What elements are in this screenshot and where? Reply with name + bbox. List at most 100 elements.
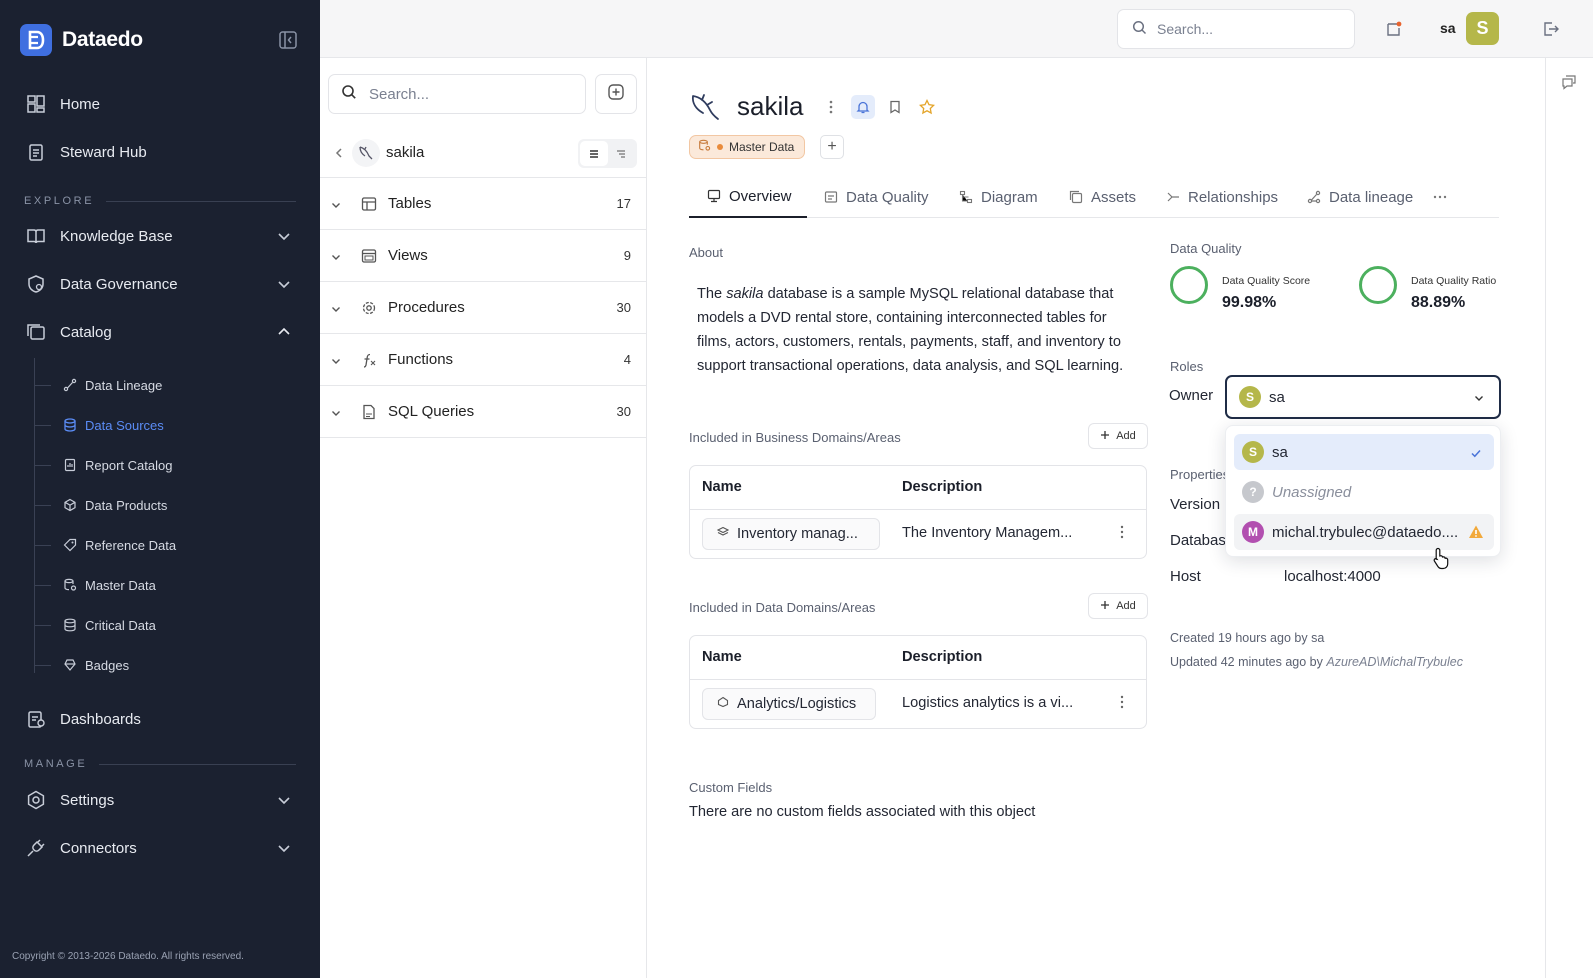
tree-row-count: 30	[616, 404, 631, 419]
tree-view-icon[interactable]	[608, 141, 636, 166]
nav-knowledge-base[interactable]: Knowledge Base	[0, 214, 320, 258]
chevron-down-icon[interactable]	[330, 354, 342, 366]
tab-relationships[interactable]: Relationships	[1166, 176, 1278, 218]
bookmark-icon[interactable]	[883, 95, 907, 119]
tab-overview[interactable]: Overview	[689, 176, 807, 218]
owner-option-michal[interactable]: M michal.trybulec@dataedo....	[1234, 514, 1494, 550]
global-search-input[interactable]	[1157, 21, 1337, 37]
chevron-down-icon	[276, 792, 292, 808]
chevron-down-icon[interactable]	[330, 250, 342, 262]
mysql-dolphin-icon	[352, 138, 380, 167]
add-label: Add	[1116, 600, 1136, 612]
catalog-subnav: Data Lineage Data Sources Report Catalog…	[34, 358, 314, 673]
nav-dashboards[interactable]: Dashboards	[0, 697, 320, 741]
nav-connectors[interactable]: Connectors	[0, 826, 320, 870]
add-business-domain-button[interactable]: Add	[1088, 423, 1148, 449]
function-icon	[360, 351, 378, 369]
row-description: Logistics analytics is a vi...	[902, 695, 1074, 711]
nav-home-label: Home	[60, 95, 101, 113]
row-more-icon[interactable]	[1120, 695, 1134, 713]
prop-host-value: localhost:4000	[1284, 568, 1381, 585]
bell-icon[interactable]	[851, 95, 875, 119]
data-domains-table: Name Description Analytics/Logistics Log…	[689, 635, 1147, 729]
subnav-label: Data Lineage	[85, 377, 163, 393]
master-data-icon	[698, 139, 711, 155]
tree-row-procedures[interactable]: Procedures 30	[320, 282, 647, 334]
object-title: sakila	[737, 91, 804, 121]
tree-view-toggle[interactable]	[578, 139, 637, 168]
updated-meta-text: Updated 42 minutes ago by	[1170, 655, 1327, 669]
owner-option-sa[interactable]: S sa	[1234, 434, 1494, 470]
add-data-domain-button[interactable]: Add	[1088, 593, 1148, 619]
check-icon	[1470, 446, 1482, 458]
updated-by-user[interactable]: AzureAD\MichalTrybulec	[1326, 655, 1463, 669]
tree-row-label: Procedures	[388, 299, 465, 316]
tab-assets[interactable]: Assets	[1069, 176, 1136, 218]
dataedo-logo-icon	[20, 24, 52, 56]
more-tabs-icon[interactable]	[1433, 176, 1447, 218]
current-user-name[interactable]: sa	[1440, 20, 1456, 36]
data-quality-label: Data Quality	[1170, 241, 1242, 256]
subnav-report-catalog[interactable]: Report Catalog	[35, 449, 305, 481]
logout-icon[interactable]	[1542, 20, 1560, 38]
business-domain-chip[interactable]: Inventory manag...	[702, 518, 880, 550]
notifications-icon[interactable]	[1385, 20, 1403, 38]
add-tag-button[interactable]: +	[820, 135, 844, 159]
tree-add-button[interactable]	[595, 74, 637, 114]
subnav-label: Master Data	[85, 577, 156, 593]
tab-diagram[interactable]: Diagram	[959, 176, 1038, 218]
quality-ratio-ring	[1359, 266, 1397, 304]
updated-meta: Updated 42 minutes ago by AzureAD\Michal…	[1170, 655, 1463, 669]
chevron-down-icon	[1473, 391, 1485, 403]
chevron-left-icon[interactable]	[332, 146, 346, 160]
tree-search[interactable]	[328, 74, 586, 114]
subnav-critical-data[interactable]: Critical Data	[35, 609, 305, 641]
master-data-tag[interactable]: Master Data	[689, 135, 806, 159]
subnav-data-sources[interactable]: Data Sources	[35, 409, 305, 441]
comments-icon[interactable]	[1561, 74, 1577, 90]
star-icon[interactable]	[915, 95, 939, 119]
chevron-down-icon[interactable]	[330, 198, 342, 210]
nav-settings[interactable]: Settings	[0, 778, 320, 822]
tree-row-tables[interactable]: Tables 17	[320, 178, 647, 230]
tree-row-functions[interactable]: Functions 4	[320, 334, 647, 386]
quality-score-ring	[1170, 266, 1208, 304]
tree-search-input[interactable]	[369, 85, 569, 103]
nav-data-governance[interactable]: Data Governance	[0, 262, 320, 306]
tree-row-label: Tables	[388, 195, 432, 212]
nav-steward-hub[interactable]: Steward Hub	[0, 130, 320, 174]
owner-value: sa	[1269, 388, 1285, 406]
tree-row-sql-queries[interactable]: SQL Queries 30	[320, 386, 647, 438]
mysql-dolphin-icon	[689, 91, 723, 125]
tree-row-views[interactable]: Views 9	[320, 230, 647, 282]
nav-home[interactable]: Home	[0, 82, 320, 126]
nav-catalog[interactable]: Catalog	[0, 310, 320, 354]
user-avatar[interactable]: S	[1466, 12, 1499, 45]
brand[interactable]: Dataedo	[20, 24, 143, 56]
relationships-icon	[1166, 190, 1180, 204]
subnav-master-data[interactable]: Master Data	[35, 569, 305, 601]
tab-label: Assets	[1091, 188, 1137, 206]
list-view-icon[interactable]	[580, 141, 608, 166]
owner-option-unassigned[interactable]: ? Unassigned	[1234, 474, 1494, 510]
subnav-reference-data[interactable]: Reference Data	[35, 529, 305, 561]
subnav-data-products[interactable]: Data Products	[35, 489, 305, 521]
chevron-down-icon[interactable]	[330, 302, 342, 314]
more-vertical-icon[interactable]	[819, 95, 843, 119]
tab-data-lineage[interactable]: Data lineage	[1307, 176, 1413, 218]
nav-data-governance-label: Data Governance	[60, 275, 178, 293]
chevron-down-icon[interactable]	[330, 406, 342, 418]
subnav-data-lineage[interactable]: Data Lineage	[35, 369, 305, 401]
tab-data-quality[interactable]: Data Quality	[824, 176, 929, 218]
cube-icon	[63, 498, 77, 512]
roles-label: Roles	[1170, 359, 1204, 374]
subnav-badges[interactable]: Badges	[35, 649, 305, 681]
global-search[interactable]	[1117, 9, 1355, 49]
tree-current-label[interactable]: sakila	[386, 144, 424, 161]
collapse-sidebar-icon[interactable]	[278, 30, 298, 50]
overview-icon	[707, 189, 721, 203]
data-domain-chip[interactable]: Analytics/Logistics	[702, 688, 876, 720]
owner-select[interactable]: S sa	[1225, 375, 1501, 419]
lineage-icon	[63, 378, 77, 392]
row-more-icon[interactable]	[1120, 525, 1134, 543]
